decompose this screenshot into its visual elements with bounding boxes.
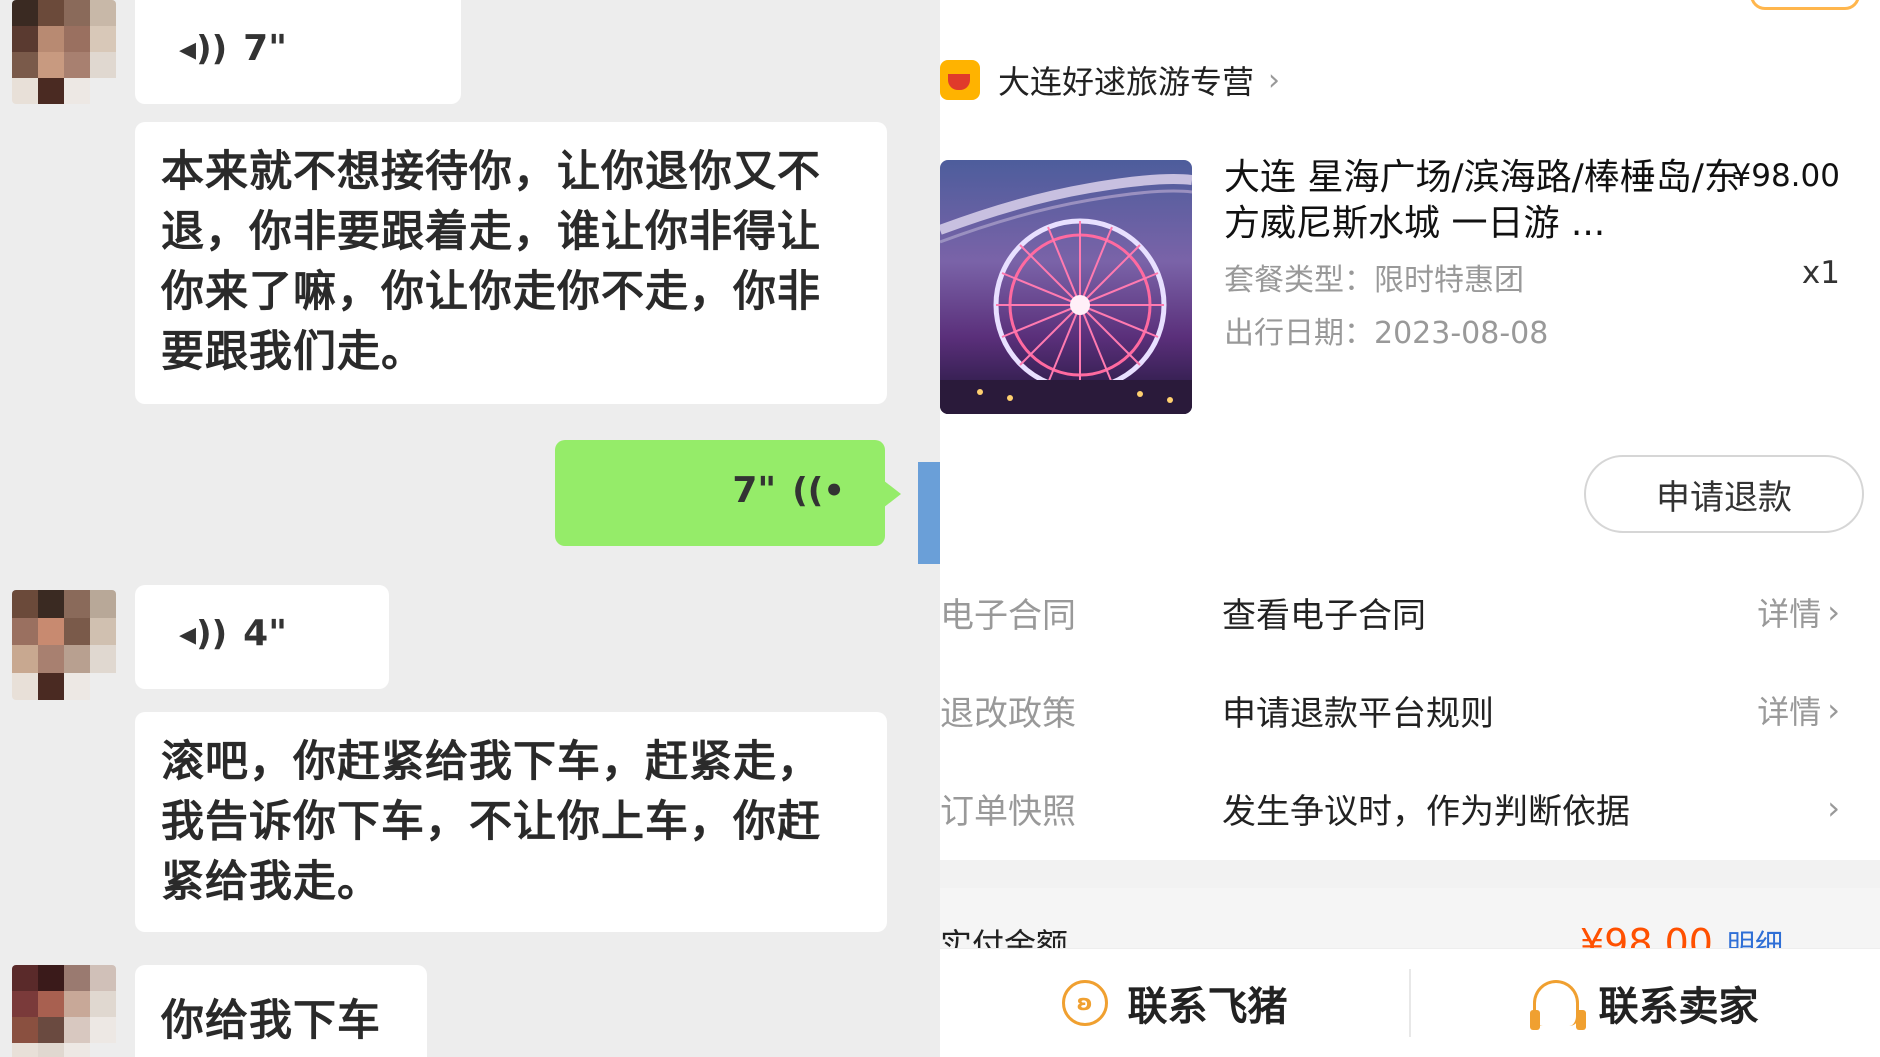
details-link[interactable]: 详情 ›: [1757, 687, 1840, 733]
screenshot-composite: ◂)) 7" 本来就不想接待你，让你退你又不 退，你非要跟着走，谁让你非得让 你…: [0, 0, 1880, 1057]
shop-logo-icon: [940, 60, 980, 100]
product-price: ¥98.00: [1731, 158, 1840, 194]
details-link[interactable]: 详情 ›: [1757, 589, 1840, 635]
text-message-bubble[interactable]: 本来就不想接待你，让你退你又不 退，你非要跟着走，谁让你非得让 你来了嘛，你让你…: [135, 122, 887, 404]
product-image[interactable]: [940, 160, 1192, 414]
info-value: 申请退款平台规则: [1222, 693, 1494, 734]
chat-panel: ◂)) 7" 本来就不想接待你，让你退你又不 退，你非要跟着走，谁让你非得让 你…: [0, 0, 940, 1057]
chevron-right-icon: ›: [1827, 691, 1840, 729]
product-title[interactable]: 大连 星海广场/滨海路/棒棰岛/东方威尼斯水城 一日游 ...: [1224, 155, 1744, 247]
voice-message-bubble[interactable]: ◂)) 7": [135, 0, 461, 104]
message-line: 滚吧，你赶紧给我下车，赶紧走，: [161, 737, 821, 787]
shop-row[interactable]: 大连好逑旅游专营 ›: [940, 52, 1280, 108]
text-message-bubble[interactable]: 滚吧，你赶紧给我下车，赶紧走， 我告诉你下车，不让你上车，你赶 紧给我走。: [135, 712, 887, 932]
voice-message-bubble[interactable]: ◂)) 4": [135, 585, 389, 689]
ferris-wheel-image: [940, 174, 1192, 414]
chevron-right-icon: ›: [1827, 593, 1840, 631]
bottom-action-bar: ʚ 联系飞猪 联系卖家: [940, 948, 1880, 1057]
headset-icon: [1529, 980, 1579, 1030]
contact-avatar[interactable]: [12, 965, 116, 1057]
contact-fliggy-label: 联系飞猪: [1127, 984, 1288, 1030]
chevron-right-icon: ›: [1268, 62, 1281, 98]
info-row-order-snapshot[interactable]: 订单快照 发生争议时，作为判断依据 ›: [940, 778, 1880, 838]
message-line: 你给我下车: [161, 996, 381, 1046]
shop-name: 大连好逑旅游专营: [998, 63, 1255, 101]
message-line: 你来了嘛，你让你走你不走，你非: [161, 267, 821, 317]
package-type: 套餐类型：限时特惠团: [1224, 263, 1524, 298]
chevron-right-icon[interactable]: ›: [1827, 789, 1840, 827]
info-row-contract[interactable]: 电子合同 查看电子合同 详情 ›: [940, 582, 1880, 642]
top-action-pill[interactable]: [1750, 0, 1860, 10]
message-line: 要跟我们走。: [161, 327, 425, 377]
contact-seller-label: 联系卖家: [1598, 984, 1759, 1030]
info-label: 退改政策: [940, 693, 1076, 734]
info-value: 发生争议时，作为判断依据: [1222, 791, 1630, 832]
travel-date: 出行日期：2023-08-08: [1224, 316, 1549, 351]
request-refund-button[interactable]: 申请退款: [1584, 455, 1864, 533]
contact-seller-button[interactable]: 联系卖家: [1411, 949, 1880, 1057]
section-divider: [940, 860, 1880, 888]
message-line: 退，你非要跟着走，谁让你非得让: [161, 207, 821, 257]
order-card: 大连好逑旅游专营 › 大连 星海广场/滨海路/棒棰岛/东方威尼斯水城 一日游 .…: [940, 0, 1880, 860]
voice-duration: 4": [243, 613, 287, 654]
adjacent-bubble-edge: [918, 462, 940, 564]
voice-duration: 7": [732, 470, 777, 511]
voice-wave-icon: ((•: [792, 470, 845, 511]
own-voice-message-bubble[interactable]: 7" ((•: [555, 440, 901, 546]
info-label: 订单快照: [940, 791, 1076, 832]
contact-fliggy-button[interactable]: ʚ 联系飞猪: [940, 949, 1409, 1057]
info-value: 查看电子合同: [1222, 595, 1426, 636]
fliggy-pig-icon: ʚ: [1061, 980, 1108, 1026]
voice-duration: 7": [243, 28, 287, 69]
voice-wave-icon: ◂)): [179, 613, 228, 654]
info-label: 电子合同: [940, 595, 1076, 636]
order-panel: 大连好逑旅游专营 › 大连 星海广场/滨海路/棒棰岛/东方威尼斯水城 一日游 .…: [940, 0, 1880, 1057]
info-row-refund-policy[interactable]: 退改政策 申请退款平台规则 详情 ›: [940, 680, 1880, 740]
product-quantity: x1: [1801, 255, 1840, 291]
message-line: 我告诉你下车，不让你上车，你赶: [161, 797, 821, 847]
contact-avatar[interactable]: [12, 590, 116, 700]
contact-avatar[interactable]: [12, 0, 116, 104]
message-line: 本来就不想接待你，让你退你又不: [161, 147, 821, 197]
voice-wave-icon: ◂)): [179, 28, 228, 69]
message-line: 紧给我走。: [161, 857, 381, 907]
text-message-bubble[interactable]: 你给我下车: [135, 965, 427, 1057]
